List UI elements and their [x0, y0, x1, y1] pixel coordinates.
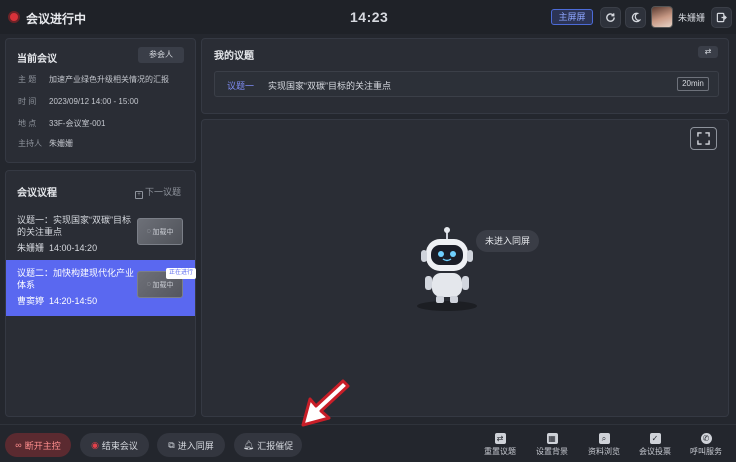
clock: 14:23	[350, 9, 389, 25]
bottom-bar: ∞ 断开主控 ◉ 结束会议 ⧉ 进入同屏 🔔︎ 汇报催促 ⇄ 重置议题 ▦ 设置背景 ⌕ 资料…	[0, 424, 736, 462]
location-row: 地 点 33F-会议室-001	[18, 118, 105, 129]
panel-title: 会议议程	[17, 188, 57, 199]
meeting-status-title: 会议进行中	[26, 12, 87, 26]
screen-share-panel: 未进入同屏	[201, 119, 729, 417]
agenda-panel: 会议议程 + 下一议题 议题一：实现国家“双碳”目标的关注重点 朱姗姗 14:00…	[5, 170, 196, 417]
participants-button[interactable]: 参会人	[138, 47, 184, 63]
disconnect-control-button[interactable]: ∞ 断开主控	[5, 433, 71, 457]
unlink-icon: ∞	[15, 440, 22, 450]
meeting-vote-button[interactable]: ✓ 会议投票	[635, 433, 675, 459]
thumbnail-loading-text: 加载中	[152, 228, 174, 236]
meeting-info-panel: 当前会议 参会人 主 题 加速产业绿色升级相关情况的汇报 时 间 2023/09/1…	[5, 38, 196, 163]
agenda-item-presenter-time: 朱姗姗 14:00-14:20	[17, 241, 97, 254]
topic-row: 主 题 加速产业绿色升级相关情况的汇报	[18, 74, 169, 85]
fullscreen-icon[interactable]	[690, 127, 717, 150]
tool-label: 会议投票	[639, 447, 671, 456]
reset-icon: ⇄	[494, 433, 506, 444]
host-row: 主持人 朱姗姗	[18, 138, 73, 149]
time-slot: 14:00-14:20	[49, 243, 98, 253]
next-icon: +	[135, 191, 143, 199]
tool-label: 呼叫服务	[690, 447, 722, 456]
bell-icon: 🔔︎	[242, 439, 255, 450]
vote-icon: ✓	[649, 433, 661, 444]
document-search-icon: ⌕	[598, 433, 610, 444]
agenda-text: 实现国家“双碳”目标的关注重点	[268, 81, 391, 91]
screen-status-bubble: 未进入同屏	[476, 230, 539, 252]
time-value: 2023/09/12 14:00 - 15:00	[49, 97, 139, 106]
host-value: 朱姗姗	[49, 139, 73, 148]
host-screen-button[interactable]: 主屏屏	[551, 9, 593, 25]
presenter: 朱姗姗	[17, 243, 45, 253]
location-label: 地 点	[18, 119, 37, 128]
annotation-arrow-icon	[301, 379, 350, 427]
thumbnail-loading-text: 加载中	[152, 281, 174, 289]
user-name: 朱姗姗	[678, 13, 706, 23]
end-meeting-label: 结束会议	[101, 440, 138, 451]
agenda-item[interactable]: 议题一：实现国家“双碳”目标的关注重点 朱姗姗 14:00-14:20 ◌ 加载…	[6, 207, 195, 263]
time-slot: 14:20-14:50	[49, 296, 98, 306]
topic-value: 加速产业绿色升级相关情况的汇报	[49, 75, 169, 84]
agenda-thumbnail: ◌ 加载中	[137, 218, 183, 245]
avatar[interactable]	[651, 6, 673, 28]
panel-title: 当前会议	[17, 54, 57, 65]
agenda-number: 议题一	[227, 81, 255, 91]
background-icon: ▦	[546, 433, 558, 444]
browse-materials-button[interactable]: ⌕ 资料浏览	[584, 433, 624, 459]
moon-icon[interactable]	[625, 7, 646, 28]
next-agenda-button[interactable]: + 下一议题	[135, 185, 181, 199]
time-label: 时 间	[18, 97, 37, 106]
time-row: 时 间 2023/09/12 14:00 - 15:00	[18, 96, 138, 107]
disconnect-label: 断开主控	[24, 440, 61, 451]
screen-share-icon: ⧉	[168, 439, 175, 450]
agenda-item-title: 议题二：加快构建现代化产业体系	[17, 268, 135, 290]
my-agenda-item[interactable]: 议题一 实现国家“双碳”目标的关注重点 20min	[214, 71, 719, 97]
call-service-button[interactable]: ✆ 呼叫服务	[686, 433, 726, 459]
tool-label: 重置议题	[484, 447, 516, 456]
tool-label: 资料浏览	[588, 447, 620, 456]
topic-label: 主 题	[18, 75, 37, 84]
next-agenda-label: 下一议题	[145, 187, 182, 197]
duration-badge: 20min	[677, 77, 709, 91]
my-agenda-panel: 我的议题 ⇄ 议题一 实现国家“双碳”目标的关注重点 20min	[201, 38, 729, 114]
report-urge-label: 汇报催促	[257, 440, 294, 451]
agenda-item-title: 议题一：实现国家“双碳”目标的关注重点	[17, 215, 131, 237]
reset-agenda-button[interactable]: ⇄ 重置议题	[480, 433, 520, 459]
logout-icon[interactable]	[711, 7, 732, 28]
end-meeting-button[interactable]: ◉ 结束会议	[80, 433, 149, 457]
phone-icon: ✆	[700, 433, 712, 444]
set-background-button[interactable]: ▦ 设置背景	[532, 433, 572, 459]
in-progress-badge: 正在进行	[166, 268, 196, 279]
robot-icon	[417, 227, 477, 311]
stop-icon: ◉	[91, 439, 99, 450]
enter-screen-label: 进入同屏	[177, 440, 214, 451]
swap-icon[interactable]: ⇄	[698, 46, 718, 58]
top-bar: 会议进行中 14:23 主屏屏 朱姗姗	[0, 0, 736, 34]
enter-screen-button[interactable]: ⧉ 进入同屏	[157, 433, 225, 457]
report-urge-button[interactable]: 🔔︎ 汇报催促	[234, 433, 302, 457]
refresh-icon[interactable]	[600, 7, 621, 28]
agenda-item-presenter-time: 曹窦婷 14:20-14:50	[17, 294, 97, 307]
panel-title: 我的议题	[214, 51, 254, 62]
location-value: 33F-会议室-001	[49, 119, 106, 128]
tool-label: 设置背景	[536, 447, 568, 456]
presenter: 曹窦婷	[17, 296, 45, 306]
host-label: 主持人	[18, 139, 42, 148]
recording-icon	[8, 11, 20, 23]
